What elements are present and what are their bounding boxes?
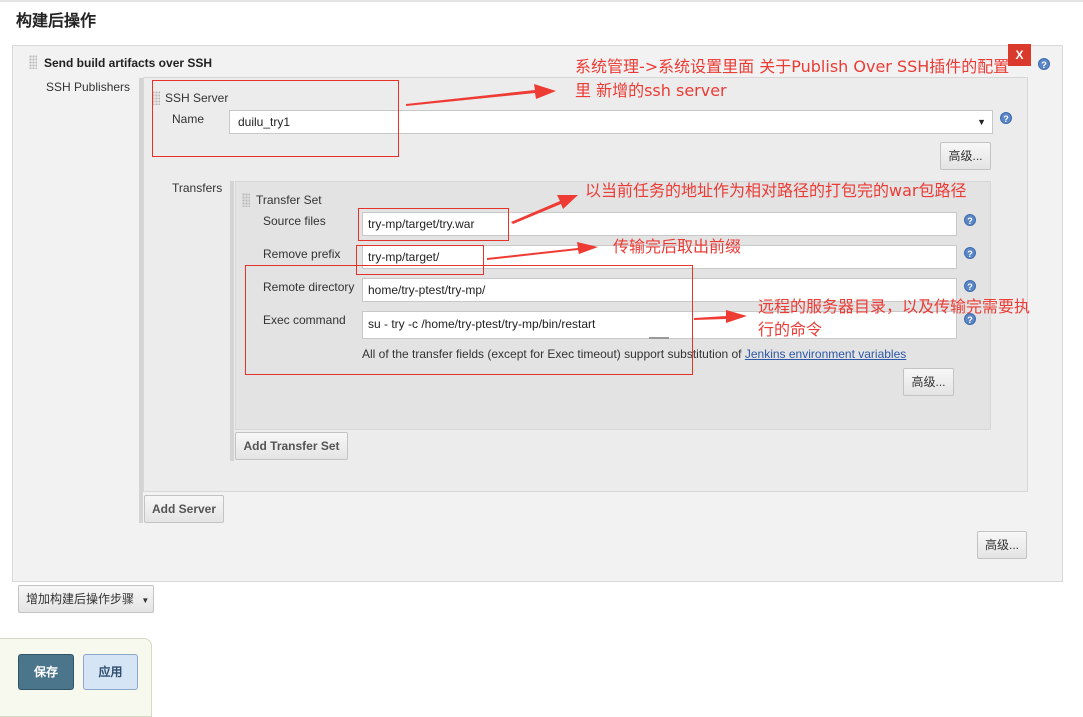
annotation-remote-line2: 行的命令	[758, 320, 823, 339]
annotation-prefix: 传输完后取出前缀	[613, 237, 742, 256]
annotation-arrows	[406, 84, 747, 323]
arrow-server	[406, 84, 556, 106]
arrow-source	[511, 195, 578, 224]
annotation-source: 以当前任务的地址作为相对路径的打包完的war包路径	[585, 181, 967, 200]
arrow-prefix	[487, 242, 598, 260]
annotation-remote-line1: 远程的服务器目录，以及传输完需要执	[758, 297, 1031, 316]
annotation-server-line1: 系统管理->系统设置里面 关于Publish Over SSH插件的配置	[575, 57, 1010, 76]
arrow-remote	[694, 310, 747, 323]
annotation-server-line2: 里 新增的ssh server	[575, 81, 727, 100]
